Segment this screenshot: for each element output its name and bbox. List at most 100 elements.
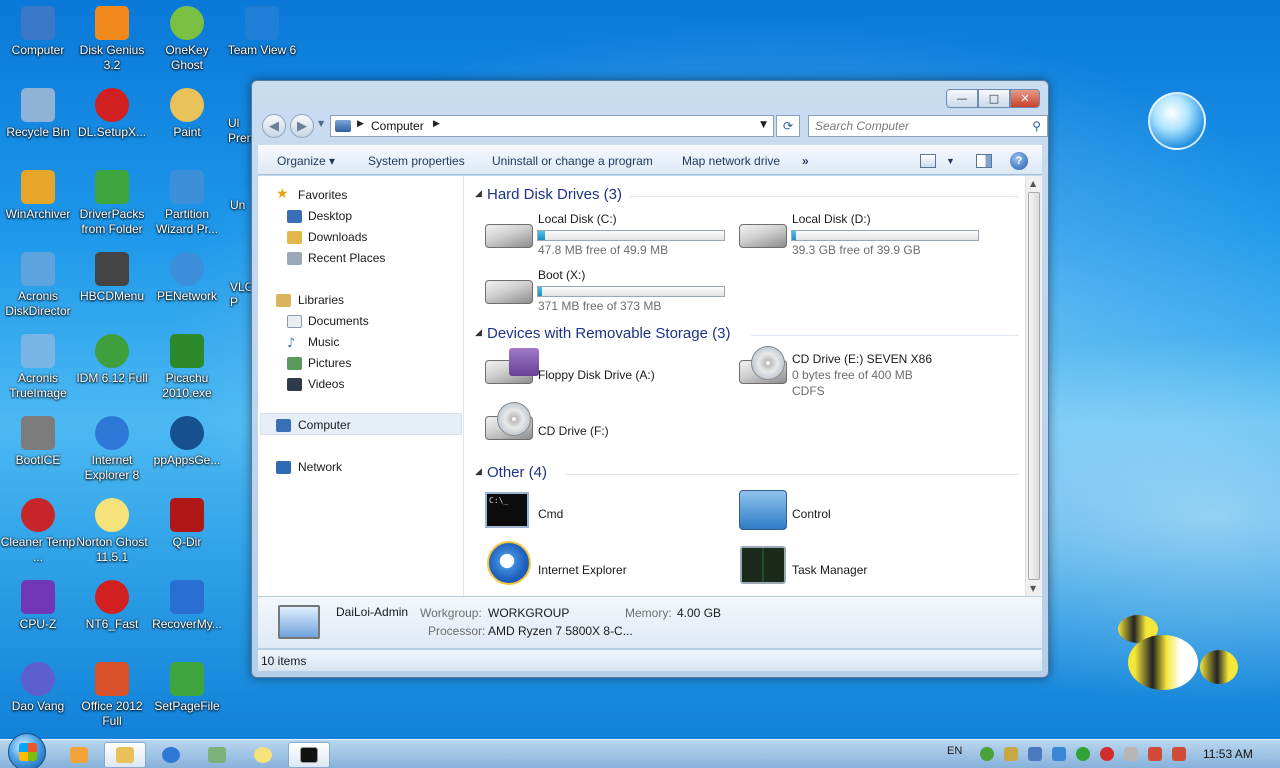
nav-videos[interactable]: Videos (308, 377, 344, 391)
cd-drive-f-name[interactable]: CD Drive (F:) (538, 424, 609, 438)
group-header-hard-disks[interactable]: Hard Disk Drives (3) (487, 186, 622, 203)
start-button[interactable] (8, 733, 46, 768)
desktop-icon-partition-wizard[interactable]: Partition Wizard Pr... (149, 170, 225, 237)
desktop-icon-recovermy[interactable]: RecoverMy... (149, 580, 225, 632)
task-manager-item[interactable]: Task Manager (792, 563, 867, 577)
tray-app-icon[interactable] (1028, 747, 1042, 761)
desktop-icon-dl-setup[interactable]: DL.SetupX... (74, 88, 150, 140)
collapse-group-icon[interactable]: ◢ (475, 328, 482, 338)
desktop-icon-partial[interactable]: VLC P (230, 280, 253, 310)
preview-pane-icon[interactable] (976, 154, 992, 168)
clock[interactable]: 11:53 AM (1203, 747, 1253, 761)
desktop-icon-q-dir[interactable]: Q-Dir (149, 498, 225, 550)
cd-drive-e-name[interactable]: CD Drive (E:) SEVEN X86 (792, 352, 932, 366)
tray-app-icon[interactable] (1124, 747, 1138, 761)
language-indicator[interactable]: EN (947, 745, 962, 757)
tray-flag-icon[interactable] (1100, 747, 1114, 761)
desktop-icon-cleaner-temp[interactable]: Cleaner Temp ... (0, 498, 76, 565)
scroll-up-icon[interactable]: ▲ (1030, 179, 1036, 188)
desktop-icon-winarchiver[interactable]: WinArchiver (0, 170, 76, 222)
breadcrumb-arrow-icon[interactable]: ▶ (433, 119, 440, 129)
desktop-icon-picachu[interactable]: Picachu 2010.exe (149, 334, 225, 401)
desktop-icon-acronis-diskdirector[interactable]: Acronis DiskDirector (0, 252, 76, 319)
taskbar-internet-explorer[interactable] (150, 742, 192, 768)
tray-play-icon[interactable] (1076, 747, 1090, 761)
collapse-group-icon[interactable]: ◢ (475, 467, 482, 477)
minimize-button[interactable]: — (946, 89, 978, 108)
breadcrumb-arrow-icon[interactable]: ▶ (357, 119, 364, 129)
desktop-icon-cpu-z[interactable]: CPU-Z (0, 580, 76, 632)
desktop-icon-partial[interactable]: Un (230, 198, 250, 213)
desktop-icon-bootice[interactable]: BootICE (0, 416, 76, 468)
drive-d-name[interactable]: Local Disk (D:) (792, 212, 871, 226)
desktop-icon-idm[interactable]: IDM 6.12 Full (74, 334, 150, 386)
address-bar[interactable]: ▶ Computer ▶ ▼ (330, 115, 774, 137)
volume-muted-icon[interactable] (1172, 747, 1186, 761)
maximize-button[interactable]: □ (978, 89, 1010, 108)
more-commands-button[interactable]: » (802, 154, 809, 168)
taskbar-media-player[interactable] (58, 742, 100, 768)
hard-drive-icon[interactable] (739, 224, 787, 248)
desktop-icon-nt6-fast[interactable]: NT6_Fast (74, 580, 150, 632)
hard-drive-icon[interactable] (485, 224, 533, 248)
tray-app-icon[interactable] (1052, 747, 1066, 761)
recent-pages-dropdown[interactable]: ▼ (318, 119, 324, 128)
breadcrumb-computer[interactable]: Computer (371, 119, 424, 133)
drive-x-name[interactable]: Boot (X:) (538, 268, 585, 282)
nav-music[interactable]: Music (308, 335, 339, 349)
group-header-removable[interactable]: Devices with Removable Storage (3) (487, 325, 730, 342)
nav-recent-places[interactable]: Recent Places (308, 251, 385, 265)
scroll-down-icon[interactable]: ▼ (1030, 584, 1036, 593)
collapse-group-icon[interactable]: ◢ (475, 189, 482, 199)
desktop-icon-computer[interactable]: Computer (0, 6, 76, 58)
hard-drive-icon[interactable] (485, 280, 533, 304)
desktop-icon-acronis-trueimage[interactable]: Acronis TrueImage (0, 334, 76, 401)
desktop-icon-hbcdmenu[interactable]: HBCDMenu (74, 252, 150, 304)
desktop-icon-dao-vang[interactable]: Dao Vang (0, 662, 76, 714)
desktop-icon-partial[interactable]: Ul Pren (228, 116, 253, 146)
desktop-icon-ie8[interactable]: Internet Explorer 8 (74, 416, 150, 483)
tray-app-icon[interactable] (1148, 747, 1162, 761)
refresh-button[interactable]: ⟳ (776, 115, 800, 137)
nav-desktop[interactable]: Desktop (308, 209, 352, 223)
nav-pictures[interactable]: Pictures (308, 356, 351, 370)
search-input[interactable]: Search Computer ⚲ (808, 115, 1048, 137)
close-button[interactable]: ✕ (1010, 89, 1040, 108)
control-panel-icon[interactable] (739, 490, 787, 530)
view-options-dropdown-icon[interactable]: ▼ (946, 156, 955, 166)
search-icon[interactable]: ⚲ (1032, 119, 1041, 133)
desktop-icon-office-2012[interactable]: Office 2012 Full (74, 662, 150, 729)
taskbar-ghost[interactable] (242, 742, 284, 768)
taskbar-cmd[interactable] (288, 742, 330, 768)
nav-favorites[interactable]: Favorites (298, 188, 347, 202)
tray-network-icon[interactable] (980, 747, 994, 761)
nav-libraries[interactable]: Libraries (298, 293, 344, 307)
desktop-icon-setpagefile[interactable]: SetPageFile (149, 662, 225, 714)
control-item[interactable]: Control (792, 507, 831, 521)
desktop-icon-penetwork[interactable]: PENetwork (149, 252, 225, 304)
internet-explorer-item[interactable]: Internet Explorer (538, 563, 627, 577)
uninstall-program-button[interactable]: Uninstall or change a program (492, 154, 653, 168)
desktop-icon-paint[interactable]: Paint (149, 88, 225, 140)
group-header-other[interactable]: Other (4) (487, 464, 547, 481)
desktop-icon-teamviewer[interactable]: Team View 6 (224, 6, 300, 58)
floppy-drive-name[interactable]: Floppy Disk Drive (A:) (538, 368, 655, 382)
organize-button[interactable]: Organize ▾ (277, 154, 335, 168)
nav-documents[interactable]: Documents (308, 314, 369, 328)
nav-computer[interactable]: Computer (298, 418, 351, 432)
nav-downloads[interactable]: Downloads (308, 230, 367, 244)
drive-c-name[interactable]: Local Disk (C:) (538, 212, 617, 226)
tray-app-icon[interactable] (1004, 747, 1018, 761)
system-properties-button[interactable]: System properties (368, 154, 465, 168)
desktop-icon-norton-ghost[interactable]: Norton Ghost 11.5.1 (74, 498, 150, 565)
address-dropdown-icon[interactable]: ▼ (760, 120, 767, 130)
help-icon[interactable]: ? (1010, 152, 1028, 170)
task-manager-icon[interactable] (740, 546, 786, 584)
vertical-scrollbar[interactable]: ▲ ▼ (1025, 176, 1042, 596)
scrollbar-thumb[interactable] (1028, 192, 1040, 580)
change-view-icon[interactable] (920, 154, 936, 168)
cmd-item[interactable]: Cmd (538, 507, 563, 521)
desktop-icon-disk-genius[interactable]: Disk Genius 3.2 (74, 6, 150, 73)
back-button[interactable]: ◀ (262, 114, 286, 138)
internet-explorer-icon[interactable] (487, 541, 531, 585)
